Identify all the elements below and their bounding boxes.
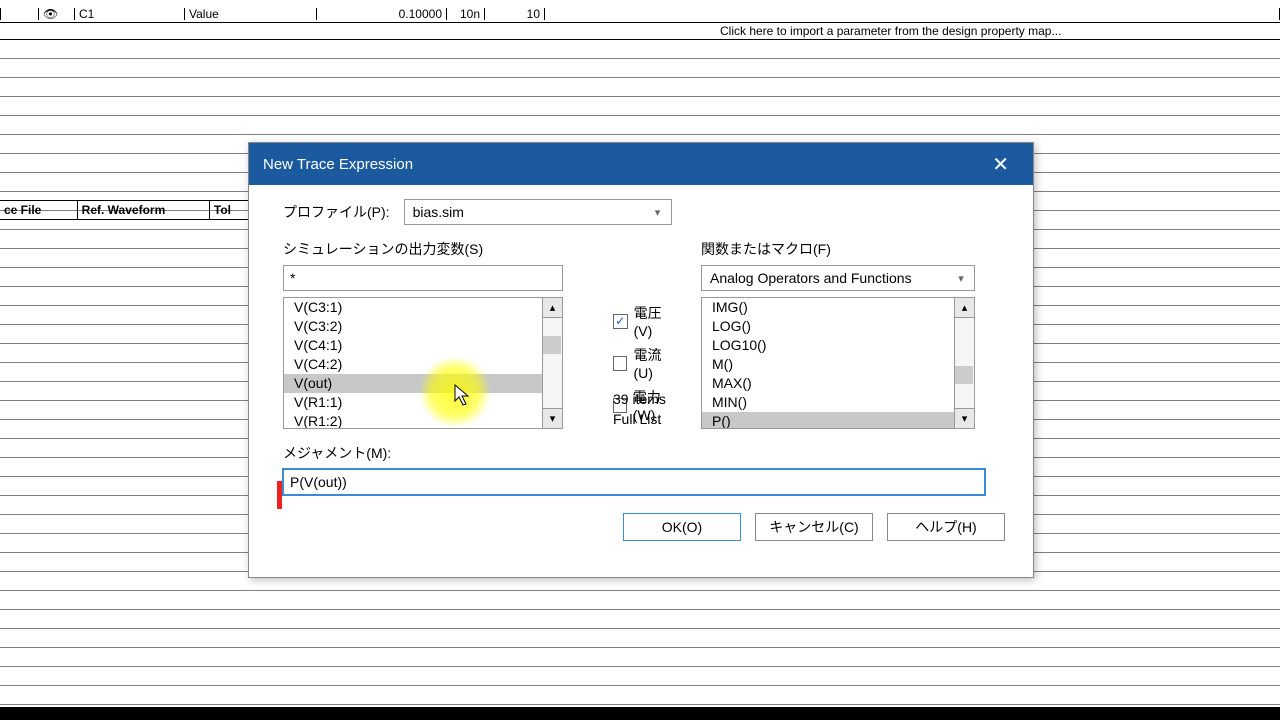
measure-input[interactable]: P(V(out)) (283, 469, 985, 495)
dialog-titlebar: New Trace Expression ✕ (249, 143, 1033, 185)
new-trace-dialog: New Trace Expression ✕ プロファイル(P): bias.s… (248, 142, 1034, 578)
profile-value: bias.sim (413, 204, 464, 220)
ok-button[interactable]: OK(O) (623, 513, 741, 541)
sim-vars-label: シミュレーションの出力変数(S) (283, 239, 679, 259)
profile-combo[interactable]: bias.sim ▾ (404, 199, 672, 225)
dialog-title: New Trace Expression (263, 156, 413, 173)
scroll-up-icon[interactable]: ▴ (542, 298, 562, 318)
list-item[interactable]: MAX() (702, 374, 954, 393)
cancel-button[interactable]: キャンセル(C) (755, 513, 873, 541)
list-item[interactable]: V(C3:2) (284, 317, 542, 336)
scroll-down-icon[interactable]: ▾ (542, 408, 562, 428)
sim-vars-listbox[interactable]: V(C3:1)V(C3:2)V(C4:1)V(C4:2)V(out)V(R1:1… (283, 297, 563, 429)
cell-min: 10n (446, 8, 484, 20)
cell-eye: 👁 (38, 8, 74, 20)
cell-max: 10 (484, 8, 544, 20)
check-current[interactable]: 電流(U) (613, 345, 679, 381)
list-item[interactable]: LOG10() (702, 336, 954, 355)
chevron-down-icon: ▾ (952, 269, 970, 287)
list-mode: Full List (613, 411, 666, 427)
scroll-thumb[interactable] (955, 366, 973, 384)
bottom-bar (0, 707, 1280, 720)
funcs-label: 関数またはマクロ(F) (701, 239, 997, 259)
cell-name: C1 (74, 8, 184, 20)
header-waveform: Ref. Waveform (78, 201, 210, 219)
cell-prop: Value (184, 8, 316, 20)
measure-label: メジャメント(M): (283, 443, 1005, 463)
func-category-value: Analog Operators and Functions (710, 270, 912, 286)
bg-column-headers: ce File Ref. Waveform Tol (0, 200, 248, 220)
chevron-down-icon: ▾ (649, 203, 667, 221)
highlight-marker (277, 481, 282, 509)
profile-label: プロファイル(P): (283, 202, 390, 222)
filter-input[interactable]: * (283, 265, 563, 291)
header-tol: Tol (210, 201, 248, 219)
scroll-down-icon[interactable]: ▾ (954, 408, 974, 428)
funcs-listbox[interactable]: IMG()LOG()LOG10()M()MAX()MIN()P() ▴ ▾ (701, 297, 975, 429)
header-file: ce File (0, 201, 78, 219)
check-voltage[interactable]: ✓ 電圧(V) (613, 303, 679, 339)
check-current-label: 電流(U) (633, 345, 679, 381)
scroll-thumb[interactable] (543, 336, 561, 354)
list-item[interactable]: V(C4:2) (284, 355, 542, 374)
close-icon[interactable]: ✕ (982, 152, 1019, 177)
cell-icon (0, 8, 38, 20)
param-row: 👁 C1 Value 0.10000 10n 10 (0, 8, 1280, 20)
check-voltage-label: 電圧(V) (634, 303, 679, 339)
list-item[interactable]: MIN() (702, 393, 954, 412)
item-count: 39 items (613, 391, 666, 407)
measure-value: P(V(out)) (290, 474, 347, 490)
list-item[interactable]: V(out) (284, 374, 542, 393)
filter-value: * (290, 270, 295, 286)
list-item[interactable]: V(R1:2) (284, 412, 542, 428)
help-button[interactable]: ヘルプ(H) (887, 513, 1005, 541)
cell-val: 0.10000 (316, 8, 446, 20)
list-item[interactable]: LOG() (702, 317, 954, 336)
list-item[interactable]: P() (702, 412, 954, 428)
checkbox-icon: ✓ (613, 314, 628, 329)
scroll-track[interactable] (954, 318, 974, 408)
func-category-combo[interactable]: Analog Operators and Functions ▾ (701, 265, 975, 291)
list-item[interactable]: V(R1:1) (284, 393, 542, 412)
cell-empty (544, 8, 1280, 20)
scroll-up-icon[interactable]: ▴ (954, 298, 974, 318)
checkbox-icon (613, 356, 627, 371)
list-item[interactable]: M() (702, 355, 954, 374)
scroll-track[interactable] (542, 318, 562, 408)
import-hint[interactable]: Click here to import a parameter from th… (0, 22, 1280, 40)
list-item[interactable]: V(C3:1) (284, 298, 542, 317)
import-hint-text: Click here to import a parameter from th… (720, 24, 1061, 38)
list-item[interactable]: IMG() (702, 298, 954, 317)
list-item[interactable]: V(C4:1) (284, 336, 542, 355)
